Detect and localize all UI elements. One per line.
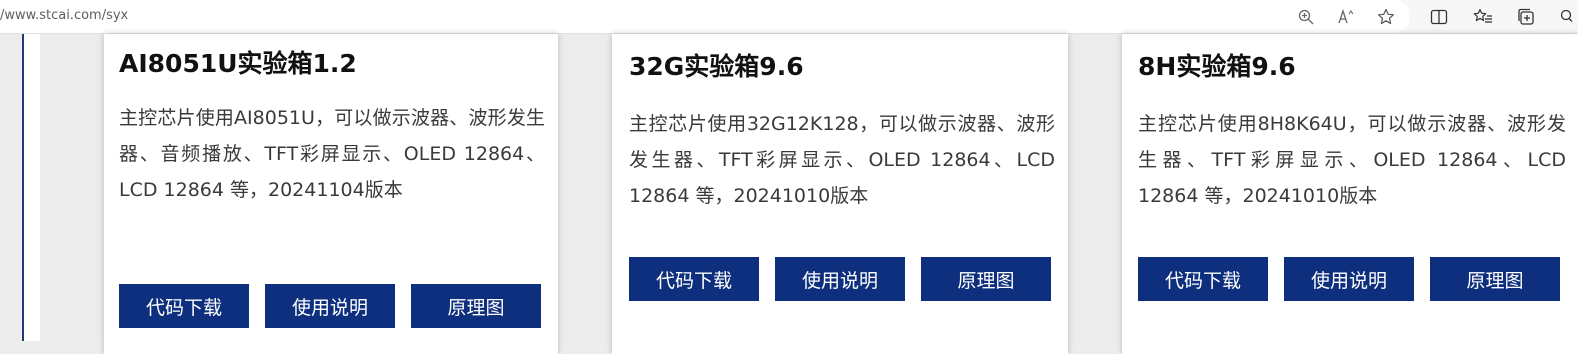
schematic-button[interactable]: 原理图	[1430, 257, 1560, 301]
card-description: 主控芯片使用AI8051U，可以做示波器、波形发生器、音频播放、TFT彩屏显示、…	[119, 107, 545, 201]
user-manual-button[interactable]: 使用说明	[265, 284, 395, 328]
address-bar[interactable]: /www.stcai.com/syx	[0, 0, 1410, 33]
collections-icon[interactable]	[1515, 6, 1537, 28]
card-description: 主控芯片使用32G12K128，可以做示波器、波形发生器、TFT彩屏显示、OLE…	[629, 113, 1055, 207]
card-title: 32G实验箱9.6	[629, 52, 804, 81]
page-content: AI8051U实验箱1.2 主控芯片使用AI8051U，可以做示波器、波形发生器…	[0, 34, 1578, 354]
zoom-icon[interactable]	[1295, 6, 1317, 28]
code-download-button[interactable]: 代码下载	[629, 257, 759, 301]
url-text[interactable]: /www.stcai.com/syx	[0, 8, 128, 23]
card-description: 主控芯片使用8H8K64U，可以做示波器、波形发生器、TFT彩屏显示、OLED …	[1138, 113, 1566, 207]
left-panel-edge	[24, 34, 40, 341]
favorites-icon[interactable]	[1472, 6, 1494, 28]
read-aloud-icon[interactable]	[1336, 6, 1358, 28]
schematic-button[interactable]: 原理图	[921, 257, 1051, 301]
browser-toolbar: /www.stcai.com/syx	[0, 0, 1578, 34]
user-manual-button[interactable]: 使用说明	[775, 257, 905, 301]
favorite-star-icon[interactable]	[1375, 6, 1397, 28]
split-screen-icon[interactable]	[1428, 6, 1450, 28]
schematic-button[interactable]: 原理图	[411, 284, 541, 328]
product-card-ai8051u: AI8051U实验箱1.2 主控芯片使用AI8051U，可以做示波器、波形发生器…	[104, 34, 558, 354]
product-card-8h: 8H实验箱9.6 主控芯片使用8H8K64U，可以做示波器、波形发生器、TFT彩…	[1122, 34, 1578, 354]
code-download-button[interactable]: 代码下载	[1138, 257, 1268, 301]
product-card-32g: 32G实验箱9.6 主控芯片使用32G12K128，可以做示波器、波形发生器、T…	[612, 34, 1068, 354]
user-manual-button[interactable]: 使用说明	[1284, 257, 1414, 301]
extensions-icon[interactable]	[1556, 6, 1578, 28]
card-title: 8H实验箱9.6	[1138, 52, 1296, 81]
code-download-button[interactable]: 代码下载	[119, 284, 249, 328]
card-title: AI8051U实验箱1.2	[119, 49, 357, 78]
